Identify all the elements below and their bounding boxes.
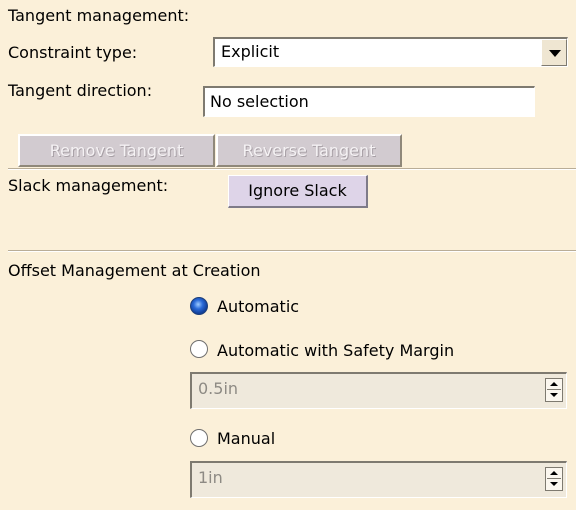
radio-manual-label[interactable]: Manual [217, 429, 275, 448]
constraint-type-label: Constraint type: [8, 43, 138, 62]
radio-automatic-safety-margin-label[interactable]: Automatic with Safety Margin [217, 341, 454, 360]
spinner-buttons[interactable] [545, 378, 563, 402]
constraint-type-value: Explicit [221, 42, 280, 61]
remove-tangent-button[interactable]: Remove Tangent [18, 134, 215, 167]
radio-manual[interactable] [190, 429, 208, 447]
offset-management-heading: Offset Management at Creation [8, 261, 261, 280]
separator [8, 250, 576, 252]
spinner-buttons[interactable] [545, 467, 563, 491]
radio-automatic-safety-margin[interactable] [190, 340, 208, 358]
constraint-type-dropdown[interactable]: Explicit [213, 37, 568, 67]
separator [8, 168, 576, 170]
dropdown-arrow-icon[interactable] [541, 39, 567, 66]
spinner-down-icon[interactable] [550, 482, 558, 486]
tangent-direction-label: Tangent direction: [8, 81, 153, 100]
manual-offset-value: 1in [198, 468, 223, 487]
reverse-tangent-button[interactable]: Reverse Tangent [216, 134, 402, 167]
spinner-up-icon[interactable] [550, 471, 558, 475]
tangent-settings-panel: Tangent management: Constraint type: Exp… [0, 0, 576, 510]
ignore-slack-button[interactable]: Ignore Slack [228, 175, 368, 208]
manual-offset-spinner[interactable]: 1in [190, 461, 567, 498]
slack-management-label: Slack management: [8, 176, 169, 195]
radio-automatic-label[interactable]: Automatic [217, 297, 299, 316]
safety-margin-value: 0.5in [198, 379, 239, 398]
tangent-direction-field[interactable]: No selection [203, 86, 535, 117]
spinner-up-icon[interactable] [550, 382, 558, 386]
tangent-management-heading: Tangent management: [8, 6, 190, 25]
safety-margin-spinner[interactable]: 0.5in [190, 372, 567, 409]
spinner-down-icon[interactable] [550, 393, 558, 397]
tangent-direction-value: No selection [210, 92, 309, 111]
radio-automatic[interactable] [190, 297, 208, 315]
